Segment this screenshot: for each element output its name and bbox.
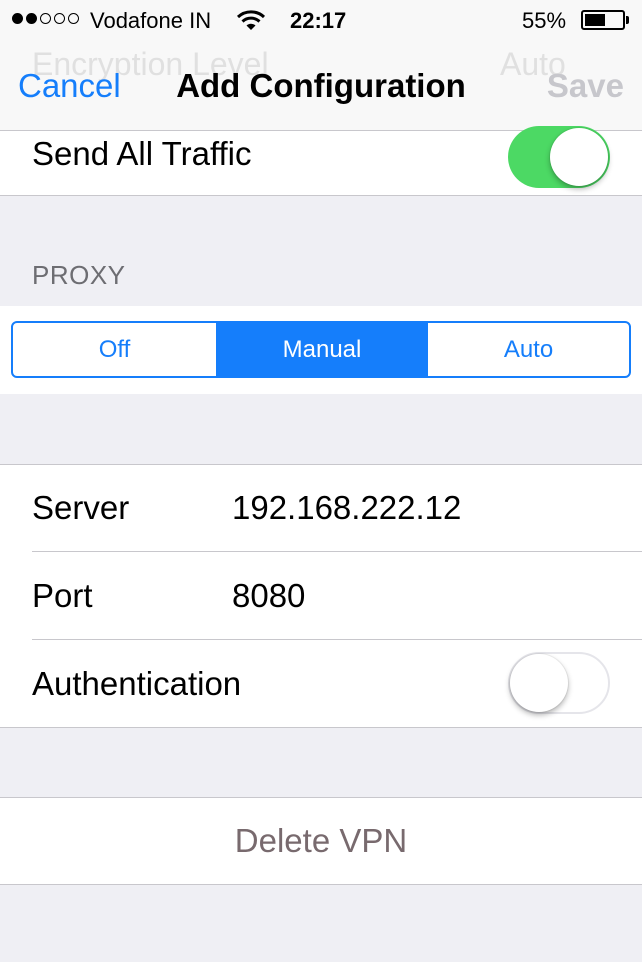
signal-strength-icon <box>12 13 79 24</box>
toggle-knob <box>510 654 568 712</box>
proxy-segmented-control: Off Manual Auto <box>11 321 631 378</box>
divider <box>32 551 642 552</box>
battery-icon <box>581 10 625 30</box>
proxy-option-off[interactable]: Off <box>13 323 216 376</box>
server-field[interactable]: 192.168.222.12 <box>232 489 461 527</box>
carrier-name: Vodafone IN <box>90 8 212 33</box>
send-all-traffic-row: Send All Traffic <box>0 126 642 195</box>
status-bar: Vodafone IN 22:17 55% <box>0 0 642 42</box>
divider <box>0 884 642 885</box>
server-label: Server <box>32 489 130 526</box>
status-time: 22:17 <box>290 8 347 33</box>
page-title: Add Configuration <box>176 67 466 104</box>
authentication-toggle[interactable] <box>508 652 610 714</box>
delete-vpn-button[interactable]: Delete VPN <box>0 822 642 860</box>
send-all-traffic-label: Send All Traffic <box>32 135 252 172</box>
battery-percentage: 55% <box>522 8 567 33</box>
proxy-option-manual[interactable]: Manual <box>216 323 426 376</box>
toggle-knob <box>550 128 608 186</box>
divider <box>32 639 642 640</box>
save-button[interactable]: Save <box>547 67 624 105</box>
port-label: Port <box>32 577 93 614</box>
battery-nub <box>626 16 629 24</box>
send-all-traffic-toggle[interactable] <box>508 126 610 188</box>
authentication-label: Authentication <box>32 665 242 702</box>
proxy-section-header: PROXY <box>32 260 126 290</box>
port-field[interactable]: 8080 <box>232 577 305 615</box>
proxy-settings-group: Server 192.168.222.12 Port 8080 Authenti… <box>0 465 642 727</box>
navigation-bar: Encryption Level Auto Cancel Add Configu… <box>0 42 642 131</box>
divider <box>0 195 642 196</box>
wifi-icon <box>236 8 266 38</box>
proxy-option-auto[interactable]: Auto <box>426 323 629 376</box>
divider <box>0 727 642 728</box>
